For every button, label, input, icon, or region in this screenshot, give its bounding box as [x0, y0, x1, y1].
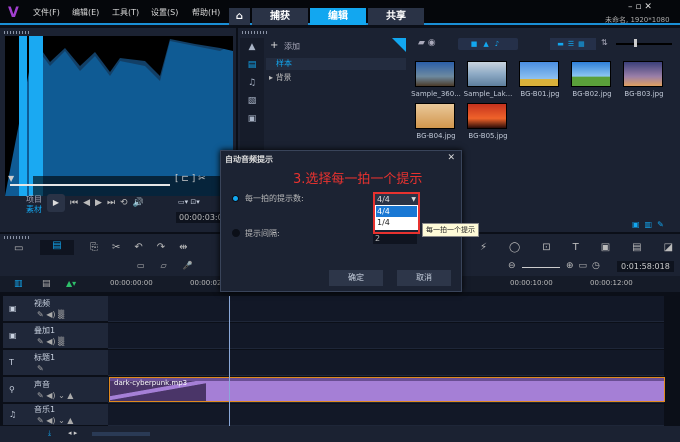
sort-icon[interactable]: ⇅: [601, 38, 608, 47]
waveform-preview: [5, 36, 233, 196]
horizontal-scrollbar[interactable]: [92, 432, 150, 436]
zoom-out-icon[interactable]: ⊖: [508, 261, 516, 271]
option1-label: 每一拍的提示数:: [245, 194, 304, 203]
media-item[interactable]: BG-B04.jpg: [408, 100, 464, 140]
ruler-label: 00:00:12:00: [590, 279, 633, 287]
track-header-overlay[interactable]: ▣ 叠加1 ✎ ◀) ▒: [3, 323, 108, 349]
window-controls[interactable]: – ▫ ✕: [628, 2, 652, 12]
dialog-title: 自动音频提示: [225, 155, 273, 164]
graphics-icon[interactable]: ▣: [240, 114, 264, 124]
music-track[interactable]: [108, 404, 664, 426]
clip-mode[interactable]: 素材: [26, 204, 42, 215]
highlight-box: 4/4 ▼ 4/4 1/4: [373, 192, 420, 234]
title-track[interactable]: [108, 350, 664, 376]
effects-tools[interactable]: ⚡◯⊡T▣▤◪: [480, 242, 680, 253]
track-header-title[interactable]: T 标题1 ✎: [3, 350, 108, 376]
track-header-music[interactable]: ♫ 音乐1 ✎ ◀) ⌄ ▲: [3, 404, 108, 426]
timeline-timecode[interactable]: 0:01:58:018: [617, 261, 674, 272]
zoom-in-icon[interactable]: ⊕▭◷: [566, 261, 605, 271]
playhead[interactable]: [229, 296, 230, 426]
app-logo: V: [8, 5, 19, 21]
thumbnail-size-slider[interactable]: [616, 43, 672, 45]
cancel-button[interactable]: 取消: [397, 270, 451, 286]
playback-controls[interactable]: ⏮◀▶⏭⟲🔊: [70, 198, 149, 208]
folder-label: 背景: [275, 73, 292, 82]
ruler-label: 00:00:02: [190, 279, 222, 287]
folder-item[interactable]: ▸ 背景: [269, 72, 292, 83]
media-item[interactable]: BG-B02.jpg: [564, 58, 620, 98]
video-track[interactable]: [108, 296, 664, 322]
ruler-label: 00:00:00:00: [110, 279, 153, 287]
media-item[interactable]: Sample_Lak...: [460, 58, 516, 98]
transition-icon[interactable]: ♫: [240, 78, 264, 88]
view-mode-buttons[interactable]: ▬☰▦: [550, 38, 596, 50]
mark-in-out-icons[interactable]: [ ⊏ ] ✂: [175, 174, 206, 184]
edit-tools[interactable]: ⎘✂↶↷⇹: [90, 242, 202, 253]
option2-label: 提示间隔:: [245, 229, 280, 238]
storyboard-view-icon[interactable]: ▭: [14, 243, 23, 254]
title-bar: V 文件(F) 编辑(E) 工具(T) 设置(S) 帮助(H) ⌂ 捕获 编辑 …: [0, 0, 680, 25]
pin-icon[interactable]: [392, 38, 406, 52]
add-folder-button[interactable]: 添加: [284, 41, 300, 52]
play-button[interactable]: ▶: [47, 194, 65, 212]
track-header-video[interactable]: ▣ 视频 ✎ ◀) ▒: [3, 296, 108, 322]
tab-share[interactable]: 共享: [368, 8, 424, 25]
menu-settings[interactable]: 设置(S): [151, 7, 178, 18]
media-filter-buttons[interactable]: ■▲♪: [458, 38, 518, 50]
media-item[interactable]: BG-B01.jpg: [512, 58, 568, 98]
menu-edit[interactable]: 编辑(E): [72, 7, 99, 18]
audio-clip[interactable]: dark-cyberpunk.mp3: [109, 377, 665, 402]
menu-tools[interactable]: 工具(T): [112, 7, 139, 18]
tooltip: 每一拍一个提示: [422, 223, 479, 237]
overlay-track[interactable]: [108, 323, 664, 349]
ruler-label: 00:00:10:00: [510, 279, 553, 287]
player-timecode[interactable]: 00:00:03:0: [176, 212, 226, 223]
marker-icon[interactable]: ▲▾: [66, 279, 76, 288]
home-icon[interactable]: ⌂: [229, 8, 250, 25]
record-tools[interactable]: ▭▱🎤: [137, 261, 209, 270]
media-item[interactable]: Sample_360...: [408, 58, 464, 98]
timeline-view-icon[interactable]: ▤: [40, 240, 74, 255]
timeline-footer: ⤓ ◂ ▸: [0, 426, 680, 442]
ok-button[interactable]: 确定: [329, 270, 383, 286]
import-icon[interactable]: ▰ ◉: [418, 38, 436, 48]
menu-file[interactable]: 文件(F): [33, 7, 60, 18]
track-header-voice[interactable]: ⚲ 声音 ✎ ◀) ⌄ ▲: [3, 377, 108, 403]
project-info: 未命名, 1920*1080: [605, 16, 670, 24]
folder-item[interactable]: 样本: [266, 58, 406, 70]
fit-icon[interactable]: ⤓: [48, 429, 51, 438]
scrubber-handle[interactable]: ▼: [8, 174, 14, 183]
annotation-text: 3.选择每一拍一个提示: [293, 172, 423, 187]
player-panel: ▼ [ ⊏ ] ✂ 项目 素材 ▶ ⏮◀▶⏭⟲🔊 ▭▾ ⊡▾ 00:00:03:…: [0, 28, 236, 232]
zoom-slider[interactable]: [522, 267, 560, 268]
scroll-arrows[interactable]: ◂ ▸: [68, 429, 77, 437]
track-manager-icon[interactable]: ▥: [14, 279, 23, 289]
media-icon[interactable]: ▤: [240, 60, 264, 70]
tab-capture[interactable]: 捕获: [252, 8, 308, 25]
panel-layout-icons[interactable]: ▣▥✎: [632, 220, 669, 229]
close-icon[interactable]: ✕: [447, 153, 455, 163]
aspect-icon[interactable]: ▭▾ ⊡▾: [178, 198, 200, 206]
dropdown-option[interactable]: 1/4: [376, 217, 417, 229]
media-item[interactable]: BG-B03.jpg: [616, 58, 672, 98]
menu-help[interactable]: 帮助(H): [192, 7, 220, 18]
option2-radio[interactable]: [232, 229, 240, 237]
chapter-icon[interactable]: ▤: [42, 279, 51, 289]
auto-music-cue-dialog: 自动音频提示 ✕ 3.选择每一拍一个提示 每一拍的提示数: 提示间隔: 2 4/…: [220, 150, 479, 292]
trim-bar[interactable]: [10, 184, 170, 186]
audio-clip-label: dark-cyberpunk.mp3: [114, 379, 188, 387]
option1-radio[interactable]: [232, 195, 239, 202]
beats-select[interactable]: 4/4 ▼: [375, 194, 418, 205]
title-icon[interactable]: ▧: [240, 96, 264, 106]
interval-input[interactable]: 2: [373, 234, 417, 244]
media-item[interactable]: BG-B05.jpg: [460, 100, 516, 140]
add-icon[interactable]: +: [270, 40, 278, 51]
dropdown-option[interactable]: 4/4: [376, 206, 417, 217]
tab-edit[interactable]: 编辑: [310, 8, 366, 25]
